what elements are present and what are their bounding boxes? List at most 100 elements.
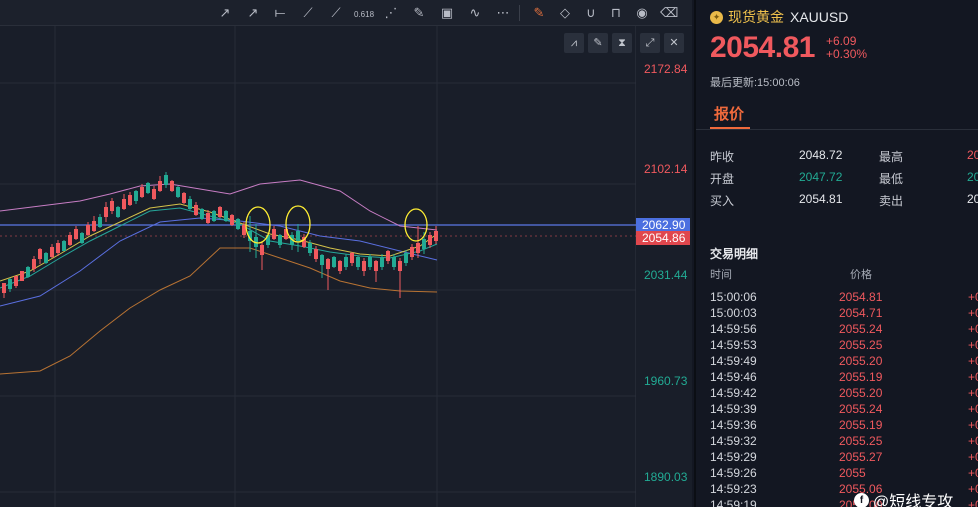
candle-body (236, 219, 240, 229)
watermark-text: @短线专攻 (873, 494, 954, 507)
candle-body (74, 229, 78, 239)
trade-time: 14:59:23 (710, 482, 757, 496)
trade-time: 14:59:46 (710, 370, 757, 384)
quote-value-high: 20 (967, 148, 978, 162)
candle-body (182, 193, 186, 203)
candle-body (320, 255, 324, 265)
brush-icon[interactable]: ✎ (410, 4, 428, 22)
candle-body (38, 249, 42, 259)
trade-change: +0 (968, 482, 978, 496)
table-row: 14:59:46 2055.19 +0 (696, 370, 978, 386)
trade-change: +0 (968, 434, 978, 448)
candle-body (344, 257, 348, 267)
trade-change: +0 (968, 402, 978, 416)
image-icon[interactable]: ▣ (438, 4, 456, 22)
candle-body (56, 243, 60, 253)
trade-time: 14:59:42 (710, 386, 757, 400)
table-row: 14:59:26 2055 +0 (696, 466, 978, 482)
table-row: 15:00:06 2054.81 +0 (696, 290, 978, 306)
candle-body (68, 235, 72, 245)
trade-time: 14:59:53 (710, 338, 757, 352)
table-row: 14:59:42 2055.20 +0 (696, 386, 978, 402)
indicator-line-icon[interactable]: ∿ (466, 4, 484, 22)
trade-price: 2055.20 (839, 386, 883, 400)
candle-body (416, 243, 420, 253)
candle-body (146, 183, 150, 193)
segment-icon[interactable]: ⟋ (299, 4, 317, 22)
candle-body (2, 283, 6, 293)
trade-time: 14:59:36 (710, 418, 757, 432)
candle-body (410, 247, 414, 257)
candle-body (404, 253, 408, 263)
candle-body (50, 247, 54, 257)
trade-time: 15:00:03 (710, 306, 757, 320)
candle-body (176, 187, 180, 197)
horizontal-line-icon[interactable]: ⟝ (271, 4, 289, 22)
candle-body (272, 229, 276, 239)
trade-col-time: 时间 (710, 269, 732, 281)
symbol-header: ✦ 现货黄金 XAUUSD (710, 7, 848, 27)
trade-time: 14:59:39 (710, 402, 757, 416)
more-icon[interactable]: ⋯ (494, 4, 512, 22)
trade-change: +0 (968, 322, 978, 336)
delete-icon[interactable]: ⌫ (660, 4, 678, 22)
quote-value-open: 2047.72 (799, 170, 843, 184)
candle-body (212, 211, 216, 221)
trend-line-icon[interactable]: ↗ (216, 4, 234, 22)
candlestick-chart[interactable] (0, 26, 636, 507)
eraser-icon[interactable]: ◇ (556, 4, 574, 22)
visibility-icon[interactable]: ◉ (633, 4, 651, 22)
quote-value-bid: 2054.81 (799, 192, 843, 206)
symbol-code: XAUUSD (790, 9, 849, 25)
candle-body (362, 261, 366, 271)
candle-body (398, 261, 402, 271)
quote-label-ask: 卖出 (879, 194, 904, 208)
candle-body (338, 261, 342, 271)
trade-change: +0 (968, 306, 978, 320)
table-row: 14:59:32 2055.25 +0 (696, 434, 978, 450)
quote-label-high: 最高 (879, 150, 904, 164)
trade-price: 2055.24 (839, 322, 883, 336)
last-price-tag: 2054.86 (636, 231, 690, 245)
table-row: 14:59:53 2055.25 +0 (696, 338, 978, 354)
trade-time: 14:59:19 (710, 498, 757, 507)
watermark: f @短线专攻 (854, 488, 953, 507)
candle-body (104, 207, 108, 217)
price-change: +6.09 (826, 34, 857, 48)
trade-time: 14:59:56 (710, 322, 757, 336)
fibonacci-icon[interactable]: 0.618 (354, 4, 374, 22)
candle-body (44, 253, 48, 263)
upper-band (0, 179, 438, 231)
chart-grid (0, 26, 636, 507)
symbol-name: 现货黄金 (728, 9, 784, 25)
table-row: 14:59:56 2055.24 +0 (696, 322, 978, 338)
annotate-icon[interactable]: ✎ (530, 4, 548, 22)
candle-body (386, 251, 390, 261)
quote-value-ask: 20 (967, 192, 978, 206)
fan-icon[interactable]: ⋰ (382, 4, 400, 22)
candle-body (26, 267, 30, 277)
trade-price: 2054.81 (839, 290, 883, 304)
candle-body (374, 261, 378, 271)
quote-panel: ✦ 现货黄金 XAUUSD 2054.81 +6.09 +0.30% 最后更新:… (694, 0, 978, 507)
magnet-icon[interactable]: ∪ (582, 4, 600, 22)
candle-body (428, 235, 432, 245)
extended-line-icon[interactable]: ⟋ (327, 4, 345, 22)
table-row: 15:00:03 2054.71 +0 (696, 306, 978, 322)
candle-body (20, 271, 24, 281)
candle-body (170, 181, 174, 191)
price-axis: 2172.84 2102.14 2031.44 1960.73 1890.03 (636, 26, 692, 507)
ray-icon[interactable]: ↗ (244, 4, 262, 22)
chart-area[interactable]: ↗ ↗ ⟝ ⟋ ⟋ 0.618 ⋰ ✎ ▣ ∿ ⋯ ✎ ◇ ∪ ⊓ ◉ ⌫ ⩘ … (0, 0, 692, 507)
candle-body (164, 175, 168, 185)
trade-change: +0 (968, 290, 978, 304)
trade-time: 14:59:26 (710, 466, 757, 480)
tab-quote[interactable]: 报价 (714, 103, 744, 124)
lock-icon[interactable]: ⊓ (607, 4, 625, 22)
trade-detail-title: 交易明细 (710, 247, 759, 261)
trade-col-price: 价格 (850, 269, 872, 281)
trade-price: 2054.71 (839, 306, 883, 320)
candle-body (206, 213, 210, 223)
candle-body (86, 225, 90, 235)
candle-body (380, 257, 384, 267)
